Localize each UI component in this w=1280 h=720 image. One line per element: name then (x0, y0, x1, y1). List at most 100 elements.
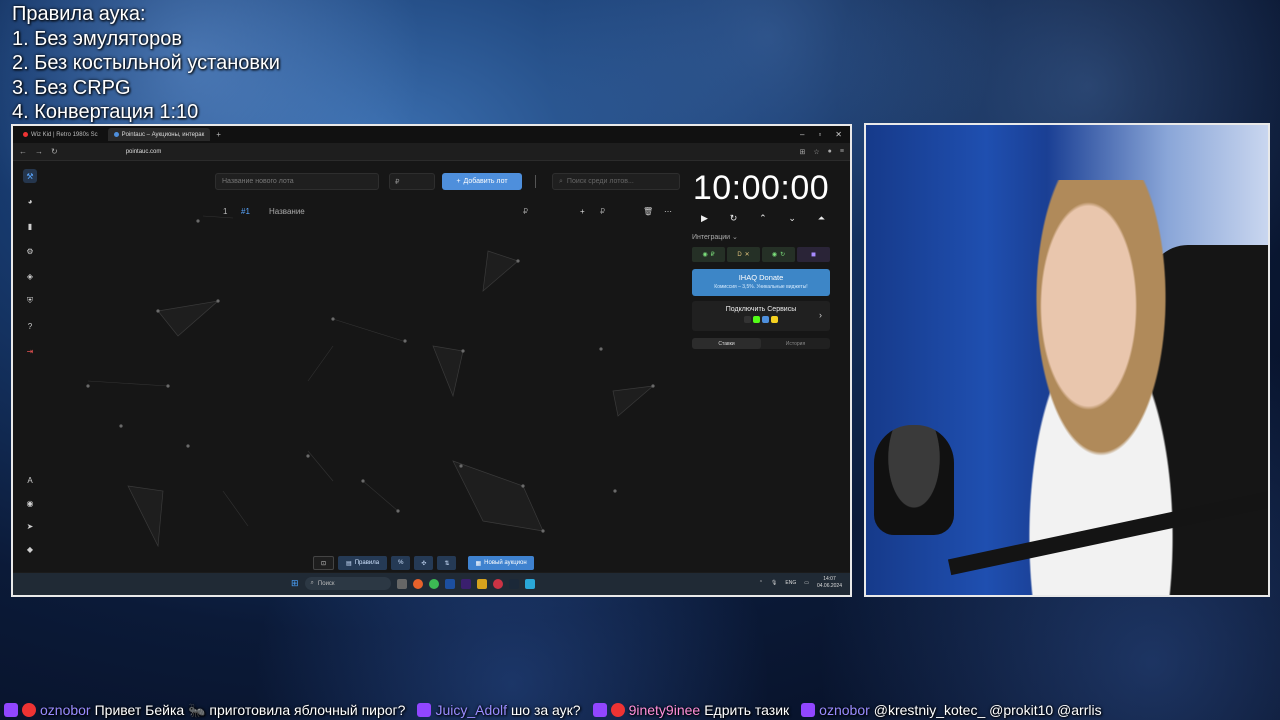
chevron-right-icon: › (819, 310, 822, 320)
new-tab-button[interactable]: + (216, 130, 221, 139)
bookmark-icon[interactable]: ☆ (813, 148, 819, 156)
reset-icon[interactable]: ↻ (730, 213, 738, 224)
badge-icon (801, 703, 816, 717)
time-down-icon[interactable]: ⌄ (788, 213, 796, 224)
help-icon[interactable]: ? (23, 319, 37, 333)
steam-icon[interactable] (508, 578, 519, 589)
integration-label: ₽ (710, 252, 715, 258)
more-icon[interactable]: ⋯ (664, 207, 672, 216)
add-lot-button[interactable]: + Добавить лот (442, 173, 522, 190)
telegram-icon[interactable]: ➤ (23, 519, 37, 533)
integration-toggle[interactable]: ◉ ₽ (692, 247, 725, 262)
wheel-icon[interactable]: ◕ (23, 194, 37, 208)
browser-toolbar-icons: ⊞ ☆ ● ≡ (800, 148, 850, 156)
network-icon[interactable]: ▭ (804, 580, 809, 586)
logout-icon[interactable]: ⇥ (23, 344, 37, 358)
refresh-icon: ↻ (780, 252, 786, 258)
auction-icon[interactable]: ⚒ (23, 169, 37, 183)
language-indicator[interactable]: ENG (785, 580, 796, 586)
lot-price-currency: ₽ (600, 207, 606, 216)
task-view-icon[interactable] (396, 578, 407, 589)
twitch-icon[interactable]: ◼ (797, 247, 830, 262)
heart-badge-icon (610, 703, 625, 717)
microphone (874, 425, 954, 535)
search-icon: ⌕ (310, 580, 314, 586)
chat-username: 9inety9ineе (628, 702, 701, 718)
integration-toggle[interactable]: D ✕ (727, 247, 760, 262)
sort-icon[interactable]: ⇅ (437, 556, 457, 570)
forward-icon[interactable]: → (35, 147, 43, 156)
play-icon[interactable]: ▶ (701, 213, 708, 224)
reload-icon[interactable]: ↻ (51, 147, 58, 156)
browser-tab[interactable]: Wiz Kid | Retro 1980s Sc (17, 128, 104, 141)
lot-name[interactable]: Название (269, 207, 305, 216)
extension-icon[interactable]: ● (828, 148, 832, 156)
maximize-icon[interactable]: ▫ (818, 130, 821, 139)
browser-tab-active[interactable]: Pointauc – Аукционы, интерак (107, 128, 211, 141)
donate-banner[interactable]: IHAQ Donate Комиссия – 3,5%. Уникальные … (692, 269, 830, 296)
tab-bids[interactable]: Ставки (692, 338, 761, 349)
taskbar-apps: ⊞ ⌕ Поиск (291, 577, 535, 590)
lot-search-input[interactable]: ⌕ Поиск среди лотов... (552, 173, 680, 190)
chrome-icon[interactable] (428, 578, 439, 589)
service-icon (744, 316, 751, 323)
language-icon[interactable]: A (23, 473, 37, 487)
youtube-icon (23, 132, 28, 137)
obs-icon[interactable] (492, 578, 503, 589)
rule-item: 3. Без CRPG (12, 76, 131, 99)
integration-toggle[interactable]: ◉ ↻ (762, 247, 795, 262)
grid-icon: ▦ (475, 560, 482, 567)
stats-icon[interactable]: ▮ (23, 219, 37, 233)
taskbar-clock[interactable]: 14:07 04.06.2024 (817, 576, 842, 590)
settings-icon[interactable]: ⚙ (23, 244, 37, 258)
premiere-icon[interactable] (460, 578, 471, 589)
badge-icon (417, 703, 432, 717)
bottom-toolbar: ⊡ ▤ Правила % ✣ ⇅ ▦ Новый аукцион (313, 556, 534, 570)
firefox-icon[interactable] (412, 578, 423, 589)
tab-label: Wiz Kid | Retro 1980s Sc (31, 131, 98, 138)
donate-title: IHAQ Donate (738, 273, 784, 282)
url-field[interactable]: pointauc.com (126, 149, 162, 155)
layers-icon[interactable]: ◈ (23, 269, 37, 283)
tray-expand-icon[interactable]: ⌃ (759, 580, 763, 586)
kick-icon (753, 316, 760, 323)
github-icon[interactable]: ◉ (23, 496, 37, 510)
lot-currency: ₽ (523, 207, 529, 216)
new-auction-label: Новый аукцион (484, 560, 527, 566)
percent-icon[interactable]: % (391, 556, 411, 570)
windows-start-icon[interactable]: ⊞ (291, 578, 299, 589)
chat-username: Juicy_Adolf (435, 702, 508, 718)
mic-icon[interactable]: 🎙 (771, 580, 777, 586)
back-icon[interactable]: ← (19, 147, 27, 156)
lot-name-input[interactable]: Название нового лота (215, 173, 379, 190)
app-icon[interactable] (476, 578, 487, 589)
discord-icon[interactable]: ◆ (23, 542, 37, 556)
rules-icon: ▤ (346, 560, 352, 567)
translate-icon[interactable]: ⊞ (800, 148, 806, 156)
integrations-text: Интеграции (692, 234, 731, 241)
collapse-icon[interactable]: ⏶ (818, 213, 825, 224)
time-up-icon[interactable]: ⌃ (759, 213, 767, 224)
save-icon[interactable]: ⊡ (313, 556, 335, 570)
rules-button[interactable]: ▤ Правила (338, 556, 388, 570)
new-auction-button[interactable]: ▦ Новый аукцион (468, 556, 534, 570)
integrations-label[interactable]: Интеграции ⌄ (692, 233, 738, 241)
tab-history[interactable]: История (761, 338, 830, 349)
photoshop-icon[interactable] (444, 578, 455, 589)
close-icon[interactable]: ✕ (835, 130, 842, 139)
lot-row: 1 #1 Название ₽ + ₽ 🗑 ⋯ (218, 207, 678, 221)
connect-services[interactable]: Подключить Сервисы › (692, 301, 830, 331)
bids-tabs: Ставки История (692, 338, 830, 349)
browser-tabbar: Wiz Kid | Retro 1980s Sc Pointauc – Аукц… (13, 126, 850, 143)
minimize-icon[interactable]: – (800, 130, 804, 139)
shuffle-icon[interactable]: ✣ (414, 556, 434, 570)
monitor-icon[interactable] (524, 578, 535, 589)
shield-icon[interactable]: ⛨ (23, 294, 37, 308)
lot-add-icon[interactable]: + (580, 207, 585, 216)
pointauc-app: ⚒ ◕ ▮ ⚙ ◈ ⛨ ? ⇥ A ◉ ➤ ◆ Название нового … (13, 161, 850, 572)
trash-icon[interactable]: 🗑 (643, 207, 653, 216)
lot-price-input[interactable]: ₽ (389, 173, 435, 190)
taskbar-search[interactable]: ⌕ Поиск (304, 577, 391, 590)
menu-icon[interactable]: ≡ (840, 148, 844, 156)
chat-message: @krestniy_kotec_ @prokit10 @arrlis (873, 702, 1102, 718)
